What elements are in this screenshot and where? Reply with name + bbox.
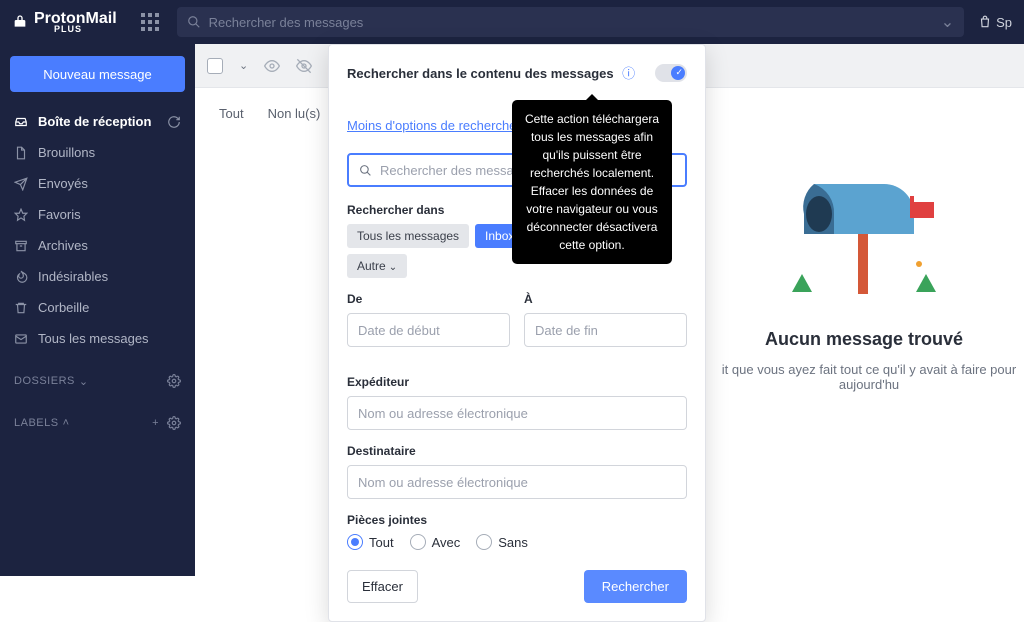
- sidebar-item-sent[interactable]: Envoyés: [0, 168, 195, 199]
- plus-icon[interactable]: +: [152, 417, 159, 429]
- sidebar: Nouveau message Boîte de réception Broui…: [0, 44, 195, 576]
- radio-all[interactable]: Tout: [347, 534, 394, 550]
- sidebar-item-label: Boîte de réception: [38, 114, 151, 129]
- empty-subtitle: it que vous ayez fait tout ce qu'il y av…: [704, 362, 1024, 392]
- fewer-options-link[interactable]: Moins d'options de recherche: [347, 118, 516, 133]
- gear-icon[interactable]: [167, 374, 181, 388]
- from-date-label: De: [347, 292, 510, 306]
- eye-icon[interactable]: [264, 58, 280, 74]
- sidebar-item-label: Indésirables: [38, 269, 108, 284]
- sidebar-item-starred[interactable]: Favoris: [0, 199, 195, 230]
- empty-title: Aucun message trouvé: [704, 329, 1024, 350]
- sidebar-item-label: Favoris: [38, 207, 81, 222]
- mailbox-illustration: [784, 164, 944, 304]
- content-search-toggle[interactable]: ✓: [655, 64, 687, 82]
- folders-section[interactable]: DOSSIERS ⌄: [0, 366, 195, 396]
- trash-icon: [14, 301, 28, 315]
- sidebar-item-label: Envoyés: [38, 176, 88, 191]
- apps-button[interactable]: [141, 13, 159, 31]
- global-search-input[interactable]: [209, 15, 941, 30]
- chip-allmail[interactable]: Tous les messages: [347, 224, 469, 248]
- sidebar-item-label: Tous les messages: [38, 331, 149, 346]
- attachments-radios: Tout Avec Sans: [347, 534, 687, 550]
- radio-with[interactable]: Avec: [410, 534, 461, 550]
- sidebar-item-allmail[interactable]: Tous les messages: [0, 323, 195, 354]
- chevron-down-icon: ⌄: [79, 375, 89, 388]
- sidebar-item-archive[interactable]: Archives: [0, 230, 195, 261]
- chevron-up-icon: ˄: [63, 417, 70, 429]
- apps-grid-icon: [141, 13, 159, 31]
- eye-off-icon[interactable]: [296, 58, 312, 74]
- header-upgrade[interactable]: Sp: [978, 15, 1012, 30]
- brand-logo: ProtonMail PLUS: [12, 10, 117, 34]
- clear-button[interactable]: Effacer: [347, 570, 418, 603]
- sidebar-item-spam[interactable]: Indésirables: [0, 261, 195, 292]
- chevron-down-icon[interactable]: ⌄: [941, 12, 954, 32]
- bag-icon: [978, 15, 992, 29]
- info-icon[interactable]: ⓘ: [622, 66, 635, 81]
- labels-section[interactable]: LABELS ˄ +: [0, 408, 195, 438]
- sender-label: Expéditeur: [347, 375, 687, 389]
- attachments-label: Pièces jointes: [347, 513, 687, 527]
- file-icon: [14, 146, 28, 160]
- app-header: ProtonMail PLUS ⌄ Sp: [0, 0, 1024, 44]
- tab-all[interactable]: Tout: [209, 102, 254, 125]
- sidebar-item-label: Brouillons: [38, 145, 95, 160]
- recipient-label: Destinataire: [347, 444, 687, 458]
- empty-state: Aucun message trouvé it que vous ayez fa…: [704, 164, 1024, 392]
- tab-unread[interactable]: Non lu(s): [258, 102, 331, 125]
- sender-input[interactable]: [347, 396, 687, 430]
- gear-icon[interactable]: [167, 416, 181, 430]
- header-right: Sp: [978, 15, 1012, 30]
- to-date-label: À: [524, 292, 687, 306]
- search-icon: [187, 15, 201, 29]
- from-date-input[interactable]: [347, 313, 510, 347]
- star-icon: [14, 208, 28, 222]
- radio-without[interactable]: Sans: [476, 534, 528, 550]
- inbox-icon: [14, 115, 28, 129]
- to-date-input[interactable]: [524, 313, 687, 347]
- lock-icon: [12, 14, 28, 30]
- send-icon: [14, 177, 28, 191]
- sidebar-item-label: Archives: [38, 238, 88, 253]
- search-button[interactable]: Rechercher: [584, 570, 687, 603]
- search-bar[interactable]: ⌄: [177, 7, 964, 37]
- archive-icon: [14, 239, 28, 253]
- refresh-icon[interactable]: [167, 115, 181, 129]
- panel-title: Rechercher dans le contenu des messages: [347, 66, 614, 81]
- mail-icon: [14, 332, 28, 346]
- fire-icon: [14, 270, 28, 284]
- search-icon: [359, 164, 372, 177]
- sidebar-item-inbox[interactable]: Boîte de réception: [0, 106, 195, 137]
- sidebar-item-label: Corbeille: [38, 300, 89, 315]
- sidebar-item-trash[interactable]: Corbeille: [0, 292, 195, 323]
- chevron-down-icon[interactable]: ⌄: [239, 59, 248, 72]
- check-icon: ✓: [675, 67, 683, 78]
- chevron-down-icon: ⌄: [389, 262, 397, 273]
- info-tooltip: Cette action téléchargera tous les messa…: [512, 100, 672, 264]
- select-all-checkbox[interactable]: [207, 58, 223, 74]
- recipient-input[interactable]: [347, 465, 687, 499]
- chip-other[interactable]: Autre⌄: [347, 254, 407, 278]
- compose-button[interactable]: Nouveau message: [10, 56, 185, 92]
- sidebar-item-drafts[interactable]: Brouillons: [0, 137, 195, 168]
